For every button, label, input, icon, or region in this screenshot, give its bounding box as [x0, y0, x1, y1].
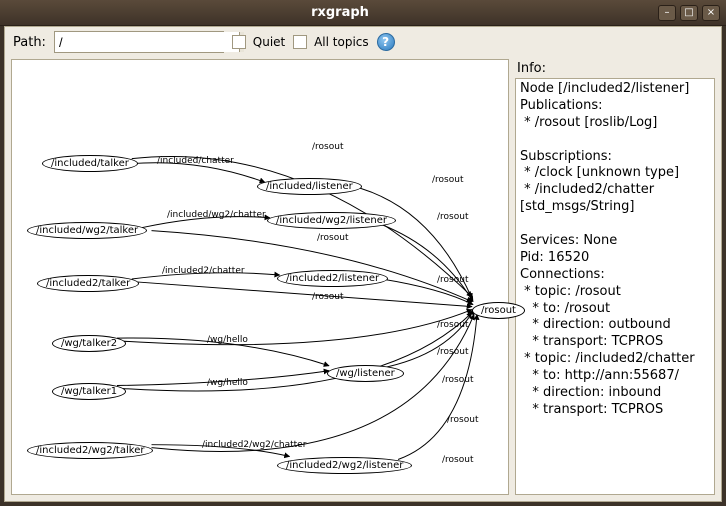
- node-included-talker[interactable]: /included/talker: [42, 155, 138, 172]
- graph-canvas[interactable]: /included/talker /included/listener /inc…: [11, 59, 509, 495]
- node-rosout[interactable]: /rosout: [472, 302, 525, 319]
- all-topics-label: All topics: [314, 35, 369, 49]
- info-panel: Info: Node [/included2/listener] Publica…: [515, 59, 715, 495]
- body: /included/talker /included/listener /inc…: [5, 57, 721, 501]
- edge-label-included-wg2-chatter: /included/wg2/chatter: [167, 210, 266, 220]
- close-icon: ×: [707, 8, 715, 18]
- edge-label-rosout-11: /rosout: [442, 455, 473, 465]
- info-header: Info:: [515, 59, 715, 78]
- node-wg-talker2[interactable]: /wg/talker2: [52, 335, 126, 352]
- node-included-listener[interactable]: /included/listener: [257, 178, 362, 195]
- quiet-checkbox-wrap[interactable]: Quiet: [232, 35, 285, 50]
- all-topics-checkbox[interactable]: [293, 35, 307, 49]
- node-included2-talker[interactable]: /included2/talker: [37, 275, 139, 292]
- node-wg-listener[interactable]: /wg/listener: [327, 365, 404, 382]
- maximize-icon: □: [684, 8, 693, 18]
- edge-label-rosout-1: /rosout: [312, 142, 343, 152]
- edge-label-wg-hello-a: /wg/hello: [207, 335, 248, 345]
- node-included2-listener[interactable]: /included2/listener: [277, 270, 388, 287]
- node-included-wg2-listener[interactable]: /included/wg2/listener: [267, 212, 396, 229]
- edge-label-rosout-7: /rosout: [437, 320, 468, 330]
- edge-label-rosout-8: /rosout: [437, 347, 468, 357]
- node-included2-wg2-talker[interactable]: /included2/wg2/talker: [27, 442, 153, 459]
- quiet-label: Quiet: [253, 35, 285, 49]
- path-input[interactable]: [55, 32, 239, 52]
- edge-label-wg-hello-b: /wg/hello: [207, 378, 248, 388]
- path-combo[interactable]: ▾: [54, 31, 224, 53]
- all-topics-checkbox-wrap[interactable]: All topics: [293, 35, 368, 50]
- minimize-icon: –: [665, 8, 670, 18]
- window-buttons: – □ ×: [658, 5, 720, 21]
- edge-label-rosout-6: /rosout: [437, 275, 468, 285]
- edge-label-included2-chatter: /included2/chatter: [162, 266, 245, 276]
- edge-label-rosout-9: /rosout: [442, 375, 473, 385]
- edge-label-rosout-2: /rosout: [432, 175, 463, 185]
- edge-label-included-chatter: /included/chatter: [157, 156, 234, 166]
- help-icon[interactable]: ?: [377, 33, 395, 51]
- minimize-button[interactable]: –: [658, 5, 676, 21]
- edge-label-rosout-10: /rosout: [447, 415, 478, 425]
- app-frame: Path: ▾ Quiet All topics ?: [4, 26, 722, 502]
- close-button[interactable]: ×: [702, 5, 720, 21]
- quiet-checkbox[interactable]: [232, 35, 246, 49]
- toolbar: Path: ▾ Quiet All topics ?: [5, 27, 721, 57]
- edge-label-rosout-4: /rosout: [437, 212, 468, 222]
- edge-label-rosout-5: /rosout: [312, 292, 343, 302]
- edge-label-rosout-3: /rosout: [317, 233, 348, 243]
- edge-label-included2-wg2-chatter: /included2/wg2/chatter: [202, 440, 306, 450]
- path-label: Path:: [13, 35, 46, 50]
- window-title: rxgraph: [22, 5, 658, 20]
- node-wg-talker1[interactable]: /wg/talker1: [52, 383, 126, 400]
- node-included-wg2-talker[interactable]: /included/wg2/talker: [27, 222, 147, 239]
- titlebar: rxgraph – □ ×: [0, 0, 726, 26]
- maximize-button[interactable]: □: [680, 5, 698, 21]
- info-text[interactable]: Node [/included2/listener] Publications:…: [515, 78, 715, 495]
- node-included2-wg2-listener[interactable]: /included2/wg2/listener: [277, 457, 412, 474]
